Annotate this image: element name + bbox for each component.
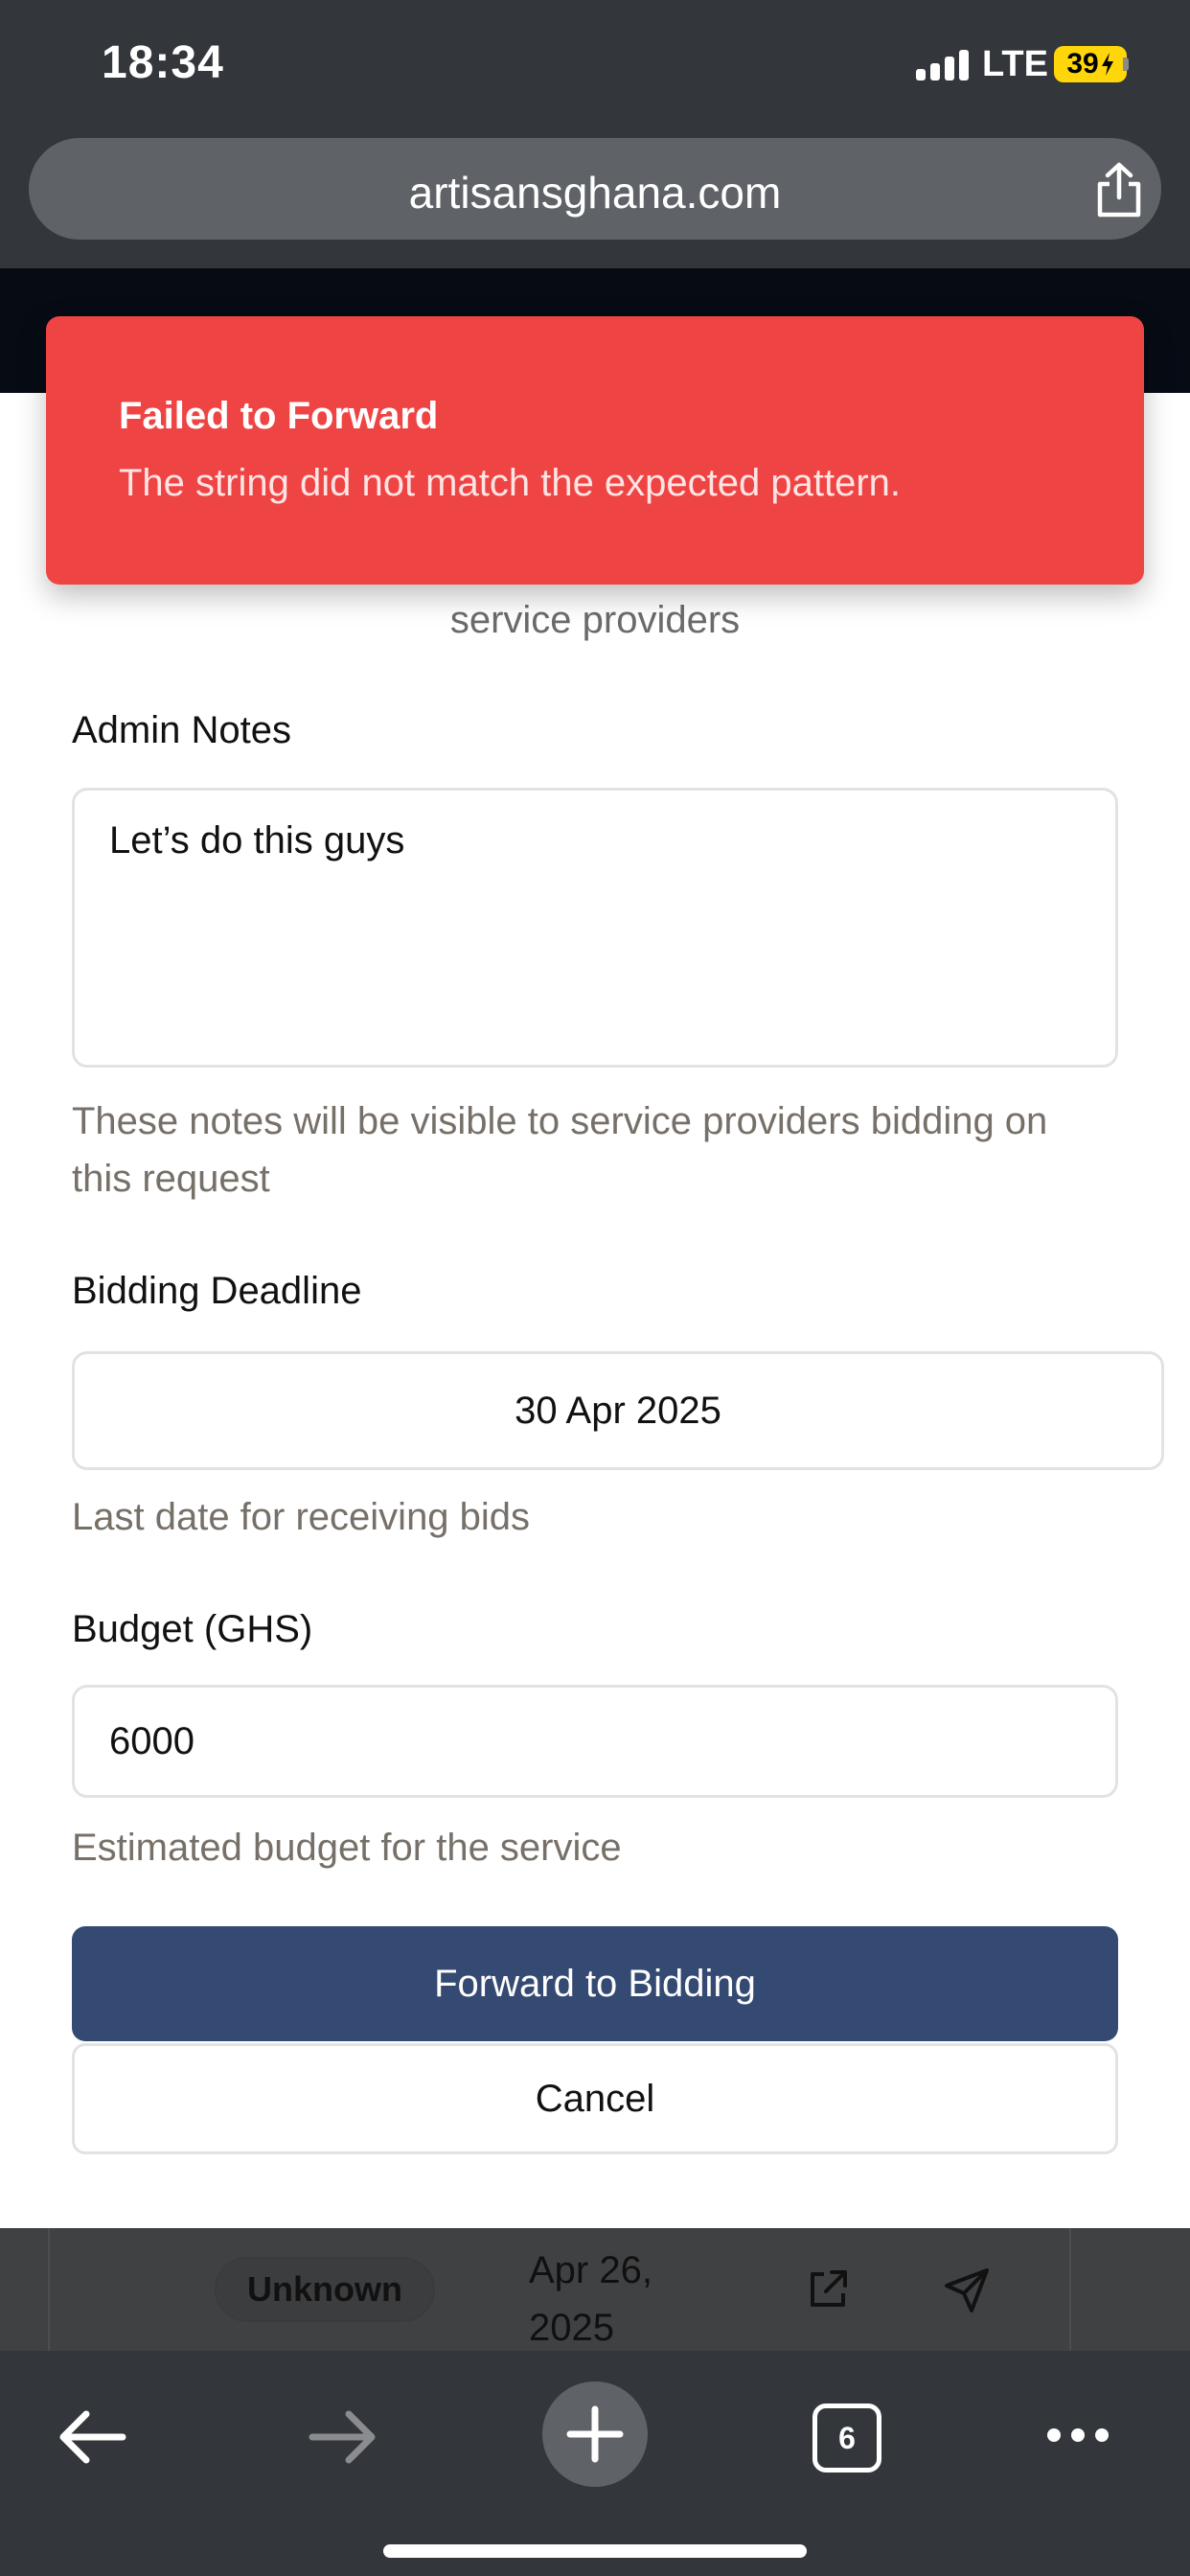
budget-field[interactable]: 6000 [72, 1685, 1118, 1798]
error-toast: Failed to Forward The string did not mat… [46, 316, 1144, 585]
row-divider [1069, 2228, 1071, 2351]
toast-message: The string did not match the expected pa… [119, 462, 902, 504]
budget-label: Budget (GHS) [72, 1608, 313, 1650]
row-divider [48, 2228, 50, 2351]
admin-notes-help: These notes will be visible to service p… [72, 1100, 1048, 1200]
dialog-subtitle: service providers [449, 599, 741, 641]
cancel-button[interactable]: Cancel [72, 2043, 1118, 2154]
toast-title: Failed to Forward [119, 395, 439, 437]
admin-notes-field[interactable]: Let’s do this guys [72, 788, 1118, 1068]
status-badge: Unknown [215, 2257, 435, 2322]
battery-icon: 39 [1054, 46, 1127, 82]
back-arrow-icon[interactable] [56, 2408, 128, 2466]
status-bar: 18:34 LTE 39 [0, 0, 1190, 134]
forward-dialog: service providers Admin Notes Let’s do t… [0, 393, 1190, 2228]
battery-tip [1123, 58, 1129, 71]
share-icon[interactable] [1092, 161, 1146, 218]
plus-icon [566, 2405, 624, 2463]
url-text[interactable]: artisansghana.com [29, 167, 1161, 218]
new-tab-button[interactable] [542, 2381, 648, 2487]
admin-notes-label: Admin Notes [72, 709, 291, 751]
tabs-button[interactable]: 6 [812, 2404, 881, 2472]
home-indicator [383, 2544, 807, 2558]
forward-to-bidding-button[interactable]: Forward to Bidding [72, 1926, 1118, 2041]
bidding-deadline-label: Bidding Deadline [72, 1270, 362, 1312]
bidding-deadline-help: Last date for receiving bids [72, 1496, 531, 1538]
signal-icon [916, 50, 970, 80]
bidding-deadline-field[interactable]: 30 Apr 2025 [72, 1351, 1164, 1470]
network-label: LTE [982, 44, 1048, 84]
budget-value: 6000 [109, 1719, 195, 1762]
send-icon[interactable] [943, 2266, 991, 2314]
battery-level: 39 [1066, 48, 1099, 80]
address-bar[interactable]: artisansghana.com [29, 138, 1161, 240]
budget-help: Estimated budget for the service [72, 1827, 622, 1869]
forward-arrow-icon[interactable] [307, 2408, 379, 2466]
row-date: Apr 26, 2025 [529, 2249, 652, 2349]
table-row: Unknown Apr 26, 2025 [0, 2228, 1190, 2351]
external-link-icon[interactable] [805, 2266, 851, 2312]
bidding-deadline-value: 30 Apr 2025 [515, 1389, 721, 1432]
status-time: 18:34 [102, 37, 224, 88]
more-icon[interactable] [1044, 2426, 1111, 2445]
browser-toolbar: 6 [0, 2351, 1190, 2576]
tab-count: 6 [838, 2420, 856, 2455]
